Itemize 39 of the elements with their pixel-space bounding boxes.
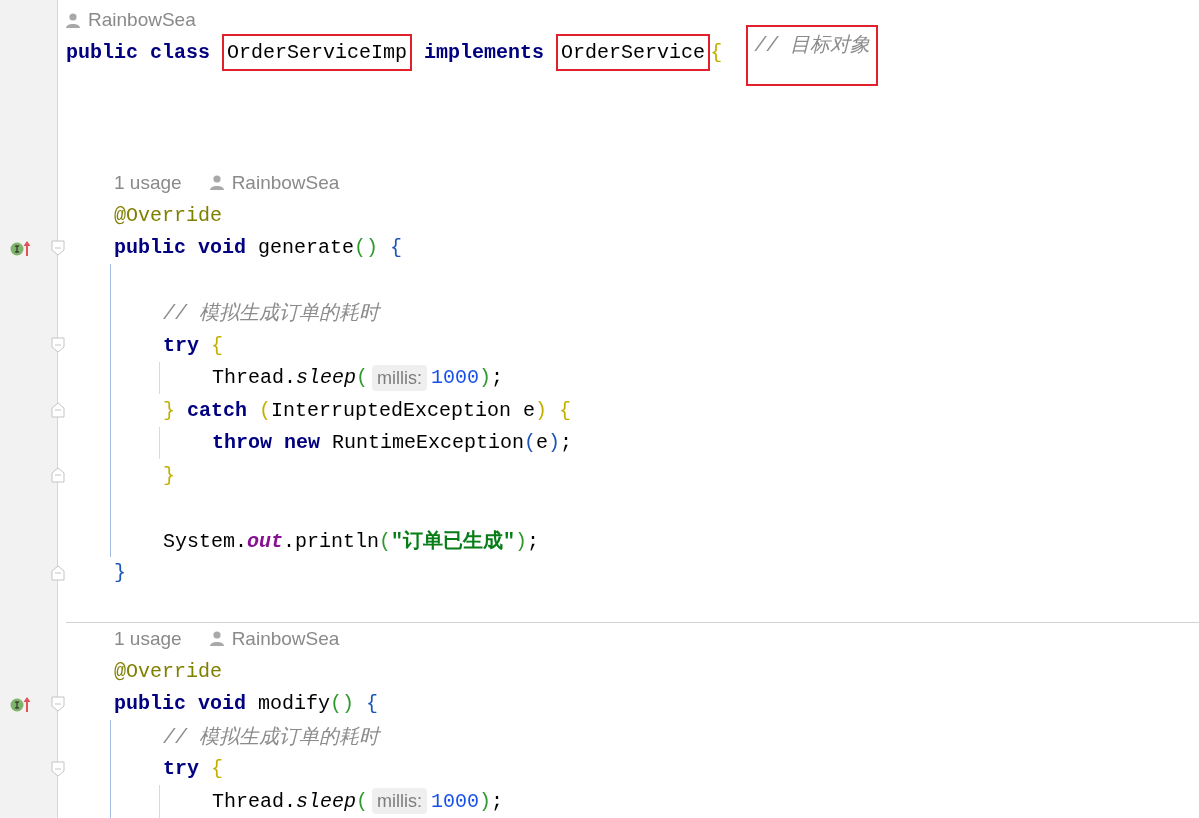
- author-name: RainbowSea: [231, 171, 340, 194]
- fold-marker-icon[interactable]: [51, 760, 65, 777]
- class-name: OrderServiceImp: [222, 34, 413, 72]
- fold-marker-icon[interactable]: [51, 402, 65, 419]
- code-text: Thread.sleep(: [212, 789, 369, 813]
- usage-count[interactable]: 1 usage: [114, 171, 182, 194]
- code-line: @Override: [114, 659, 223, 683]
- code-line: }: [163, 463, 175, 487]
- fold-marker-icon[interactable]: [51, 467, 65, 484]
- comment-text: // 目标对象: [746, 24, 879, 86]
- author-name: RainbowSea: [88, 9, 196, 32]
- fold-marker-icon[interactable]: [51, 695, 65, 712]
- code-text: Thread.sleep(: [212, 366, 369, 390]
- parameter-hint: millis:: [372, 364, 428, 391]
- parameter-hint: millis:: [372, 788, 428, 815]
- code-text: public class: [66, 41, 212, 65]
- author-name: RainbowSea: [231, 627, 340, 650]
- person-icon: [209, 175, 224, 191]
- code-line: }: [114, 561, 126, 585]
- code-text: 1000);: [431, 366, 504, 390]
- code-line: public void modify() {: [114, 692, 379, 716]
- code-line: // 模拟生成订单的耗时: [163, 301, 379, 327]
- code-text: implements: [423, 41, 546, 65]
- code-line: // 模拟生成订单的耗时: [163, 724, 379, 750]
- code-line: try {: [163, 757, 224, 781]
- code-line: throw new RuntimeException(e);: [212, 431, 573, 455]
- code-line: } catch (InterruptedException e) {: [163, 398, 572, 422]
- person-icon: [66, 12, 80, 28]
- code-text: {: [710, 41, 723, 65]
- class-name: OrderService: [556, 34, 711, 72]
- person-icon: [209, 631, 224, 647]
- usage-count[interactable]: 1 usage: [114, 627, 182, 650]
- fold-marker-icon[interactable]: [51, 239, 65, 256]
- code-line: public void generate() {: [114, 236, 403, 260]
- code-line: try {: [163, 333, 224, 357]
- code-text: 1000);: [431, 789, 504, 813]
- code-line: System.out.println("订单已生成");: [163, 528, 540, 554]
- fold-marker-icon[interactable]: [51, 337, 65, 354]
- code-line: @Override: [114, 203, 223, 227]
